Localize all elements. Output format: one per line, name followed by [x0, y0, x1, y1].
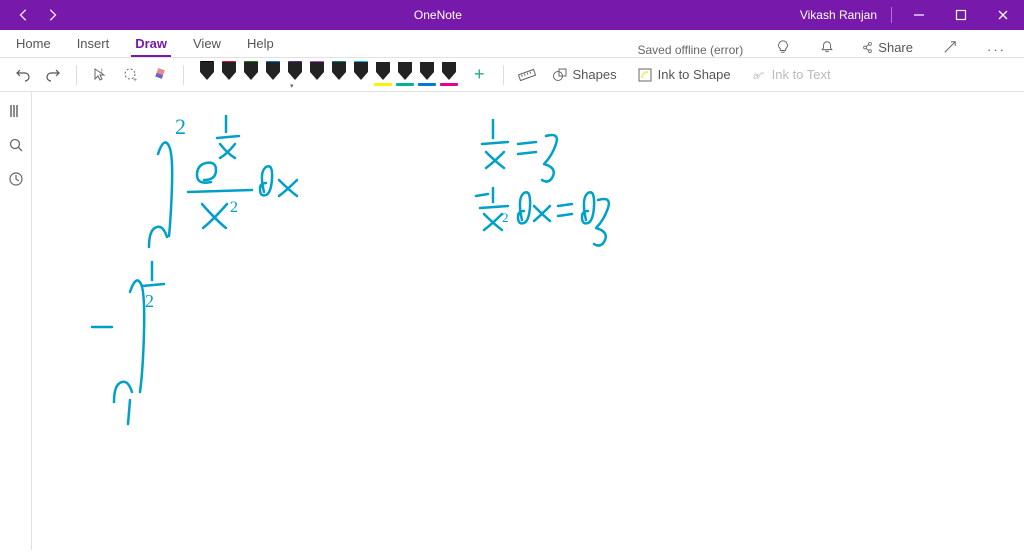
user-name[interactable]: Vikash Ranjan — [800, 8, 885, 22]
tab-view[interactable]: View — [189, 32, 225, 57]
ink-to-shape-tool[interactable]: Ink to Shape — [631, 67, 737, 83]
redo-button[interactable] — [42, 64, 64, 86]
tab-help[interactable]: Help — [243, 32, 278, 57]
forward-button[interactable] — [44, 7, 60, 23]
sync-status[interactable]: Saved offline (error) — [637, 43, 749, 57]
highlighter-2[interactable] — [417, 62, 437, 88]
more-icon[interactable]: ··· — [981, 42, 1012, 57]
ink-to-text-label: Ink to Text — [772, 67, 831, 82]
eraser-tool[interactable] — [149, 64, 171, 86]
maximize-button[interactable] — [940, 0, 982, 30]
nav-sidebar — [0, 92, 32, 550]
undo-button[interactable] — [12, 64, 34, 86]
search-icon[interactable] — [7, 136, 25, 154]
share-label: Share — [878, 40, 913, 55]
add-pen-button[interactable]: + — [468, 64, 491, 85]
pen-2[interactable] — [241, 62, 261, 88]
highlighter-3[interactable] — [439, 62, 459, 88]
svg-text:2: 2 — [145, 291, 154, 311]
svg-text:+: + — [133, 77, 137, 83]
lightbulb-icon[interactable] — [773, 37, 793, 57]
shapes-tool[interactable]: Shapes — [546, 67, 623, 83]
bell-icon[interactable] — [817, 37, 837, 57]
tab-insert[interactable]: Insert — [73, 32, 114, 57]
notebooks-icon[interactable] — [7, 102, 25, 120]
close-button[interactable] — [982, 0, 1024, 30]
draw-ribbon: I + ▾ + Shapes Ink to Shape a Ink to Tex… — [0, 58, 1024, 92]
ink-to-shape-label: Ink to Shape — [658, 67, 731, 82]
pen-5[interactable] — [307, 62, 327, 88]
pen-7[interactable] — [351, 62, 371, 88]
minimize-button[interactable] — [898, 0, 940, 30]
svg-text:2: 2 — [175, 114, 186, 139]
highlighter-1[interactable] — [395, 62, 415, 88]
title-bar: OneNote Vikash Ranjan — [0, 0, 1024, 30]
ink-to-text-tool: a Ink to Text — [745, 67, 837, 83]
lasso-tool[interactable]: + — [119, 64, 141, 86]
highlighter-0[interactable] — [373, 62, 393, 88]
shapes-label: Shapes — [573, 67, 617, 82]
pen-1[interactable] — [219, 62, 239, 88]
share-button[interactable]: Share — [855, 38, 919, 57]
tab-draw[interactable]: Draw — [131, 32, 171, 57]
ribbon-tabs: Home Insert Draw View Help Saved offline… — [0, 30, 1024, 58]
svg-text:2: 2 — [502, 210, 509, 225]
svg-text:2: 2 — [230, 199, 238, 216]
select-tool[interactable]: I — [89, 64, 111, 86]
pen-6[interactable] — [329, 62, 349, 88]
pen-4[interactable]: ▾ — [285, 62, 305, 88]
pen-3[interactable] — [263, 62, 283, 88]
tab-home[interactable]: Home — [12, 32, 55, 57]
pen-0[interactable] — [197, 62, 217, 88]
app-title: OneNote — [76, 8, 800, 22]
fullscreen-icon[interactable] — [937, 40, 963, 57]
back-button[interactable] — [16, 7, 32, 23]
recent-icon[interactable] — [7, 170, 25, 188]
ink-canvas[interactable]: 2 2 2 — [32, 92, 1024, 550]
ruler-tool[interactable] — [516, 64, 538, 86]
